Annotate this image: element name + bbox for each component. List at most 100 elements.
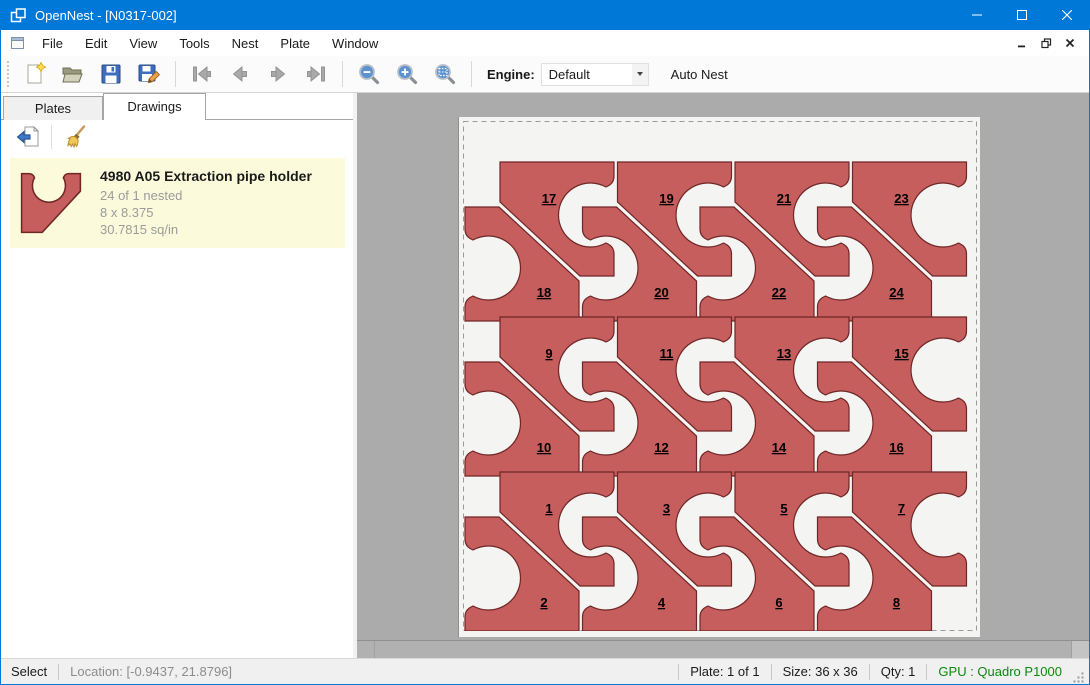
part-number-label: 16 — [889, 440, 903, 455]
go-previous-icon[interactable] — [224, 59, 256, 89]
part-number-label: 15 — [894, 346, 908, 361]
status-qty: Qty: 1 — [881, 664, 916, 679]
main-toolbar: Engine: Default Auto Nest — [1, 56, 1089, 93]
drawings-toolbar — [1, 120, 353, 154]
part-thumbnail — [18, 169, 84, 237]
part-number-label: 17 — [542, 191, 556, 206]
part-number-label: 18 — [537, 285, 551, 300]
status-plate: Plate: 1 of 1 — [690, 664, 759, 679]
mdi-restore-button[interactable] — [1035, 32, 1057, 54]
titlebar: OpenNest - [N0317-002] — [1, 0, 1089, 30]
minimize-button[interactable] — [954, 0, 999, 30]
part-number-label: 2 — [540, 595, 547, 610]
part-shape — [22, 174, 81, 233]
part-number-label: 9 — [545, 346, 552, 361]
part-number-label: 10 — [537, 440, 551, 455]
horizontal-scrollbar[interactable] — [357, 640, 1089, 658]
part-number-label: 21 — [777, 191, 791, 206]
clear-drawings-broom-icon[interactable] — [60, 123, 90, 151]
toolbar-separator — [175, 61, 176, 87]
mdi-close-button[interactable] — [1059, 32, 1081, 54]
zoom-fit-icon[interactable] — [429, 59, 461, 89]
menu-tools[interactable]: Tools — [168, 32, 220, 55]
statusbar: Select Location: [-0.9437, 21.8796] Plat… — [1, 658, 1089, 684]
part-number-label: 20 — [654, 285, 668, 300]
scrollbar-left-segment[interactable] — [357, 641, 375, 658]
status-separator — [771, 664, 772, 680]
tab-plates[interactable]: Plates — [3, 96, 103, 120]
go-first-icon[interactable] — [186, 59, 218, 89]
part-number-label: 5 — [780, 501, 787, 516]
toolbar-separator — [51, 125, 52, 149]
go-next-icon[interactable] — [262, 59, 294, 89]
menu-view[interactable]: View — [118, 32, 168, 55]
drawing-list-item[interactable]: 4980 A05 Extraction pipe holder 24 of 1 … — [10, 158, 345, 248]
part-number-label: 12 — [654, 440, 668, 455]
engine-combobox[interactable]: Default — [541, 63, 649, 86]
import-drawing-icon[interactable] — [13, 123, 43, 151]
menu-nest[interactable]: Nest — [221, 32, 270, 55]
status-separator — [58, 664, 59, 680]
drawing-nested-count: 24 of 1 nested — [100, 187, 337, 204]
part-number-label: 23 — [894, 191, 908, 206]
engine-label: Engine: — [487, 67, 535, 82]
part-number-label: 11 — [660, 346, 674, 361]
engine-dropdown-button[interactable] — [632, 64, 648, 85]
save-as-icon[interactable] — [133, 59, 165, 89]
part-number-label: 4 — [658, 595, 666, 610]
status-separator — [869, 664, 870, 680]
part-number-label: 3 — [663, 501, 670, 516]
go-last-icon[interactable] — [300, 59, 332, 89]
toolbar-grip[interactable] — [7, 61, 10, 87]
part-number-label: 7 — [898, 501, 905, 516]
zoom-in-icon[interactable] — [391, 59, 423, 89]
app-window: OpenNest - [N0317-002] File Edit View To… — [0, 0, 1090, 685]
status-separator — [926, 664, 927, 680]
drawing-dimensions: 8 x 8.375 — [100, 204, 337, 221]
part-number-label: 8 — [893, 595, 900, 610]
menubar: File Edit View Tools Nest Plate Window — [1, 30, 1089, 56]
main-area: Plates Drawings — [1, 93, 1089, 658]
menu-plate[interactable]: Plate — [269, 32, 321, 55]
auto-nest-button[interactable]: Auto Nest — [663, 62, 736, 87]
status-gpu: GPU : Quadro P1000 — [938, 664, 1062, 679]
app-icon[interactable] — [10, 7, 27, 24]
maximize-button[interactable] — [999, 0, 1044, 30]
part-number-label: 19 — [659, 191, 673, 206]
plate-sheet[interactable]: 171921231820222491113151012141613572468 — [458, 117, 980, 637]
close-button[interactable] — [1044, 0, 1089, 30]
menu-edit[interactable]: Edit — [74, 32, 118, 55]
part-number-label: 13 — [777, 346, 791, 361]
chevron-down-icon — [637, 72, 643, 76]
drawings-panel: 4980 A05 Extraction pipe holder 24 of 1 … — [1, 120, 353, 658]
nested-part[interactable] — [853, 317, 967, 431]
tab-drawings[interactable]: Drawings — [103, 93, 206, 120]
part-number-label: 1 — [545, 501, 552, 516]
zoom-out-icon[interactable] — [353, 59, 385, 89]
nest-canvas[interactable]: 171921231820222491113151012141613572468 — [357, 93, 1089, 658]
save-file-icon[interactable] — [95, 59, 127, 89]
new-file-icon[interactable] — [19, 59, 51, 89]
menu-window[interactable]: Window — [321, 32, 389, 55]
left-panel: Plates Drawings — [1, 93, 353, 658]
open-file-icon[interactable] — [57, 59, 89, 89]
engine-value: Default — [542, 67, 632, 82]
nested-part[interactable] — [853, 162, 967, 276]
status-size: Size: 36 x 36 — [783, 664, 858, 679]
drawing-area: 30.7815 sq/in — [100, 221, 337, 238]
nested-part[interactable] — [853, 472, 967, 586]
part-number-label: 22 — [772, 285, 786, 300]
menu-file[interactable]: File — [31, 32, 74, 55]
mdi-minimize-button[interactable] — [1011, 32, 1033, 54]
nested-part[interactable] — [465, 517, 579, 631]
mdi-document-icon[interactable] — [10, 36, 25, 50]
tab-strip: Plates Drawings — [1, 93, 353, 120]
part-number-label: 6 — [775, 595, 782, 610]
resize-grip-icon[interactable] — [1072, 671, 1085, 684]
nested-part[interactable] — [465, 207, 579, 321]
nested-part[interactable] — [465, 362, 579, 476]
status-mode: Select — [11, 664, 47, 679]
toolbar-separator — [342, 61, 343, 87]
window-title: OpenNest - [N0317-002] — [35, 8, 177, 23]
part-number-label: 24 — [889, 285, 904, 300]
